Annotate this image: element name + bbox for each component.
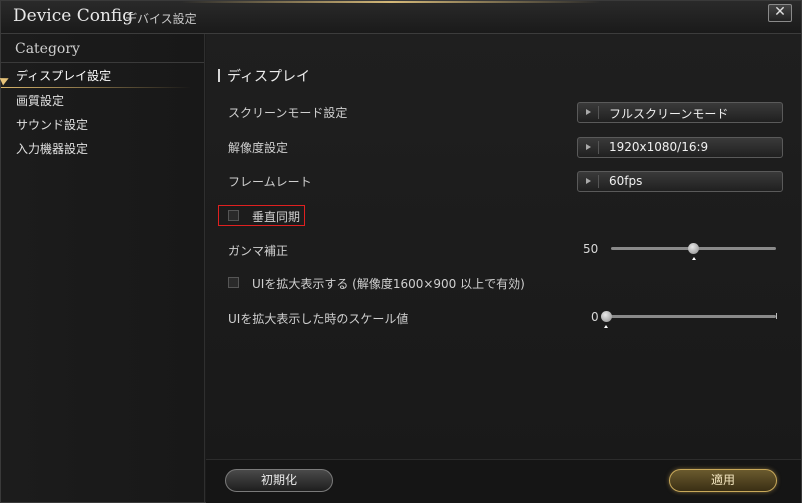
resolution-label: 解像度設定 <box>228 141 289 155</box>
footer-bar: 初期化 適用 <box>206 459 801 503</box>
title-bar: Device Config デバイス設定 ✕ <box>1 1 801 34</box>
dropdown-separator <box>598 106 599 119</box>
section-marker <box>218 69 220 82</box>
ui-scale-enable-label: UIを拡大表示する (解像度1600×900 以上で有効) <box>252 277 525 291</box>
vsync-label: 垂直同期 <box>252 210 301 224</box>
settings-panel: ディスプレイ スクリーンモード設定 フルスクリーンモード 解像度設定 1920x… <box>206 34 801 459</box>
ui-scale-default-marker <box>604 325 608 328</box>
frame-rate-value: 60fps <box>609 174 643 188</box>
ui-scale-track-end <box>776 313 777 319</box>
ui-scale-value-label: UIを拡大表示した時のスケール値 <box>228 312 409 326</box>
ui-scale-value: 0 <box>591 310 599 324</box>
gamma-value: 50 <box>583 242 599 256</box>
frame-rate-dropdown[interactable]: 60fps <box>577 171 783 192</box>
ui-scale-slider-track[interactable] <box>606 315 776 318</box>
active-underline <box>1 87 191 88</box>
title-glow <box>181 1 601 3</box>
category-heading: Category <box>15 41 80 57</box>
ui-scale-checkbox[interactable] <box>228 277 239 288</box>
gamma-slider-knob[interactable] <box>688 243 699 254</box>
dropdown-separator <box>598 141 599 154</box>
resolution-value: 1920x1080/16:9 <box>609 140 709 154</box>
category-sidebar: Category ディスプレイ設定 画質設定 サウンド設定 入力機器設定 <box>0 34 205 502</box>
screen-mode-dropdown[interactable]: フルスクリーンモード <box>577 102 783 123</box>
apply-button[interactable]: 適用 <box>669 469 777 492</box>
vsync-checkbox[interactable] <box>228 210 239 221</box>
gamma-default-marker <box>691 257 696 260</box>
sidebar-item-display[interactable]: ディスプレイ設定 <box>16 67 111 84</box>
window-subtitle: デバイス設定 <box>125 12 197 26</box>
screen-mode-label: スクリーンモード設定 <box>228 106 348 120</box>
section-title: ディスプレイ <box>227 69 311 85</box>
resolution-dropdown[interactable]: 1920x1080/16:9 <box>577 137 783 158</box>
close-button[interactable]: ✕ <box>768 4 792 22</box>
ui-scale-slider-knob[interactable] <box>600 311 612 322</box>
reset-button[interactable]: 初期化 <box>225 469 333 492</box>
frame-rate-label: フレームレート <box>228 175 312 189</box>
dropdown-arrow-icon <box>586 144 591 150</box>
dropdown-arrow-icon <box>586 178 591 184</box>
sidebar-item-sound[interactable]: サウンド設定 <box>16 116 88 133</box>
dropdown-separator <box>598 175 599 188</box>
dropdown-arrow-icon <box>586 109 591 115</box>
sidebar-item-input-devices[interactable]: 入力機器設定 <box>16 140 88 157</box>
device-config-window: Device Config デバイス設定 ✕ Category ディスプレイ設定… <box>0 0 802 503</box>
close-icon: ✕ <box>774 4 786 20</box>
active-arrow-icon <box>0 74 11 86</box>
window-title: Device Config <box>13 6 134 26</box>
sidebar-item-graphics[interactable]: 画質設定 <box>16 92 64 109</box>
category-divider <box>1 62 204 63</box>
gamma-label: ガンマ補正 <box>228 244 289 258</box>
screen-mode-value: フルスクリーンモード <box>609 107 729 121</box>
